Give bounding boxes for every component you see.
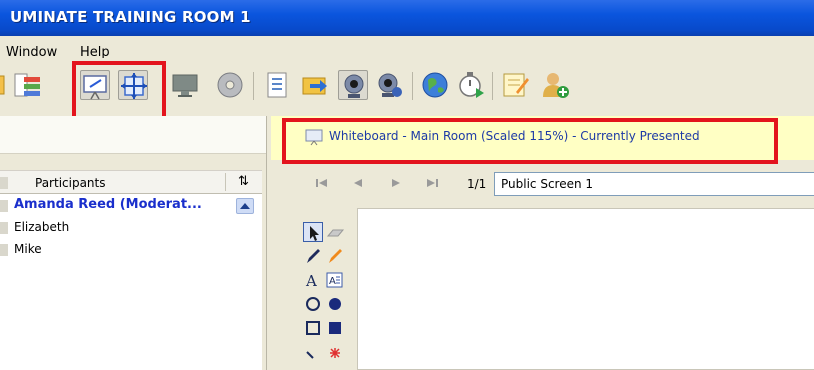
status-highlight-box — [282, 118, 778, 164]
selector-tool-icon[interactable] — [303, 222, 323, 242]
participants-panel: Participants ⇅ Amanda Reed (Moderat... E… — [0, 116, 266, 370]
laser-pointer-tool-icon[interactable] — [325, 342, 345, 362]
previous-page-icon[interactable] — [351, 177, 365, 189]
webcam-settings-icon[interactable] — [374, 70, 404, 100]
last-page-icon[interactable] — [425, 177, 439, 189]
participants-panel-toolbar — [0, 116, 266, 154]
filled-rectangle-tool-icon[interactable] — [325, 318, 345, 338]
svg-text:A: A — [329, 276, 336, 287]
line-tool-icon[interactable] — [303, 342, 323, 362]
participants-header-label: Participants — [35, 176, 106, 190]
add-participant-icon[interactable] — [540, 70, 570, 100]
title-bar: UMINATE TRAINING ROOM 1 — [0, 0, 814, 36]
screen-select[interactable]: Public Screen 1 — [494, 172, 814, 196]
web-tour-icon[interactable] — [420, 70, 450, 100]
ellipse-tool-icon[interactable] — [303, 294, 323, 314]
load-content-icon[interactable] — [300, 70, 330, 100]
toolbar-highlight-box — [72, 61, 166, 121]
participants-list: Amanda Reed (Moderat... Elizabeth Mike — [0, 194, 262, 370]
next-page-icon[interactable] — [389, 177, 403, 189]
svg-text:A: A — [305, 272, 317, 290]
filled-ellipse-tool-icon[interactable] — [325, 294, 345, 314]
timer-icon[interactable] — [456, 70, 486, 100]
eraser-tool-icon[interactable] — [325, 222, 345, 242]
application-sharing-icon[interactable] — [170, 70, 200, 100]
pen-tool-icon[interactable] — [303, 246, 323, 266]
layout-manager-icon[interactable] — [12, 70, 42, 100]
webcam-on-icon[interactable] — [338, 70, 368, 100]
first-page-icon[interactable] — [315, 177, 329, 189]
text-tool-icon[interactable]: A — [303, 270, 323, 290]
file-transfer-icon[interactable] — [262, 70, 292, 100]
whiteboard-canvas[interactable] — [357, 208, 814, 370]
rectangle-tool-icon[interactable] — [303, 318, 323, 338]
participant-row[interactable]: Mike — [14, 242, 42, 256]
page-count: 1/1 — [467, 177, 487, 191]
participant-moderator[interactable]: Amanda Reed (Moderat... — [14, 197, 202, 212]
participants-header[interactable]: Participants ⇅ — [0, 170, 262, 194]
highlighter-tool-icon[interactable] — [325, 246, 345, 266]
multimedia-icon[interactable] — [215, 70, 245, 100]
window-title: UMINATE TRAINING ROOM 1 — [10, 8, 251, 26]
notes-icon[interactable] — [500, 70, 530, 100]
participant-row[interactable]: Elizabeth — [14, 220, 69, 234]
drawing-tools: A A — [271, 208, 357, 370]
text-box-tool-icon[interactable]: A — [325, 270, 345, 290]
sort-icon[interactable]: ⇅ — [238, 174, 249, 189]
screen-select-value: Public Screen 1 — [501, 177, 594, 191]
scroll-up-icon[interactable] — [236, 198, 254, 214]
page-navigation: 1/1 Public Screen 1 — [271, 168, 814, 200]
